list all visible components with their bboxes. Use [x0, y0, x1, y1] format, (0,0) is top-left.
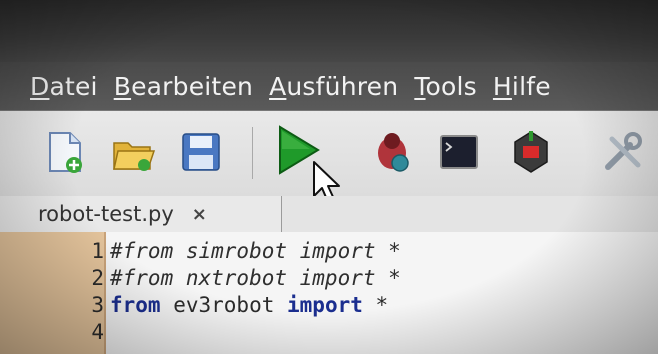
- code-line: 2 #from nxtrobot import *: [0, 265, 658, 291]
- menu-hilfe[interactable]: Hilfe: [493, 72, 551, 101]
- toolbar: [0, 110, 658, 197]
- debug-button[interactable]: [370, 129, 416, 175]
- close-icon[interactable]: ×: [192, 204, 207, 225]
- stop-robot-button[interactable]: [508, 129, 554, 175]
- code-line: 4: [0, 319, 658, 345]
- code-line: 1 #from simrobot import *: [0, 238, 658, 264]
- open-button[interactable]: [110, 129, 156, 175]
- tools-button[interactable]: [600, 129, 646, 175]
- tab-robot-test[interactable]: robot-test.py ×: [0, 196, 282, 232]
- new-file-button[interactable]: [42, 129, 88, 175]
- toolbar-separator: [252, 127, 253, 179]
- terminal-button[interactable]: [436, 129, 482, 175]
- menu-tools[interactable]: Tools: [414, 72, 477, 101]
- import-wildcard: *: [362, 293, 389, 317]
- tools-icon: [605, 132, 642, 170]
- code-editor[interactable]: 1 #from simrobot import * 2 #from nxtrob…: [0, 232, 658, 354]
- debug-bug-icon: [378, 133, 409, 172]
- terminal-icon: [440, 135, 478, 169]
- line-number: 1: [91, 239, 104, 263]
- menu-ausfuehren[interactable]: Ausführen: [269, 72, 398, 101]
- keyword-from: from: [110, 293, 161, 317]
- save-icon: [182, 133, 220, 171]
- stop-robot-icon: [514, 131, 548, 173]
- code-line: 3 from ev3robot import *: [0, 292, 658, 318]
- editor-tab-strip: robot-test.py ×: [0, 196, 658, 233]
- menu-bar: Datei Bearbeiten Ausführen Tools Hilfe: [0, 62, 658, 110]
- module-name: ev3robot: [160, 293, 288, 317]
- code-text: #from simrobot import *: [110, 239, 401, 263]
- code-text: from ev3robot import *: [110, 292, 388, 318]
- line-number: 4: [91, 320, 104, 344]
- open-folder-icon: [113, 142, 156, 171]
- run-icon: [279, 125, 320, 175]
- ide-window: Datei Bearbeiten Ausführen Tools Hilfe r…: [0, 0, 658, 354]
- line-number: 2: [91, 266, 104, 290]
- code-text: #from nxtrobot import *: [110, 266, 401, 290]
- menu-datei[interactable]: Datei: [30, 72, 98, 101]
- tab-label: robot-test.py: [38, 202, 174, 226]
- line-number: 3: [91, 293, 104, 317]
- run-button[interactable]: [270, 123, 326, 177]
- new-file-icon: [49, 132, 82, 173]
- save-button[interactable]: [178, 129, 224, 175]
- menu-bearbeiten[interactable]: Bearbeiten: [114, 72, 253, 101]
- window-titlebar: [0, 0, 658, 62]
- keyword-import: import: [287, 293, 363, 317]
